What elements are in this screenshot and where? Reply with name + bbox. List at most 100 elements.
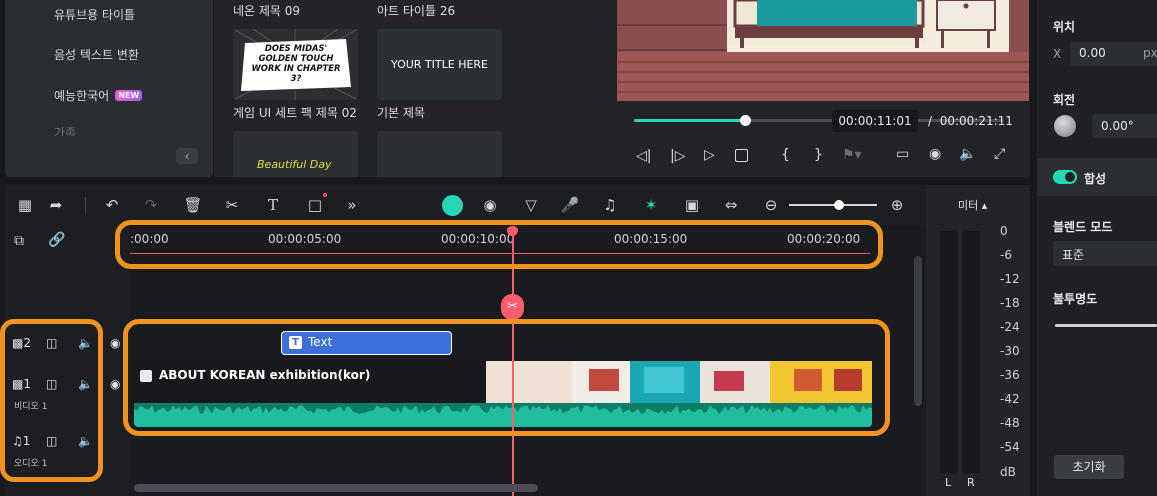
audio-mute-icon[interactable]: 🔈 [78,377,93,391]
current-timecode[interactable]: 00:00:11:01 [832,110,918,132]
zoom-in-icon[interactable]: ⊕ [885,185,909,225]
template-preview-text: Beautiful Day [257,158,332,171]
template-thumbnail-game[interactable]: Beautiful Day [233,131,358,177]
text-clip[interactable]: T Text [281,331,452,355]
text-tool-icon[interactable]: T [261,185,285,225]
horizontal-scrollbar[interactable] [134,484,538,492]
zoom-slider[interactable] [789,204,877,206]
ai-assistant-icon[interactable] [442,195,463,216]
audio-mute-icon[interactable]: 🔈 [78,336,93,350]
speed-icon[interactable]: ◉ [478,185,502,225]
blend-mode-select[interactable]: 표준 [1053,241,1157,266]
stop-icon[interactable] [735,149,748,162]
category-item[interactable]: 유튜브용 타이틀 [54,6,135,23]
rotation-label: 회전 [1053,93,1076,107]
meter-scale: -6 [1000,248,1012,262]
prev-frame-icon[interactable]: ◁| [636,148,651,164]
audio-waveform[interactable] [134,403,872,427]
play-icon[interactable]: ▷ [704,147,715,163]
ruler-tick: 00:00:15:00 [614,232,688,246]
video-clip[interactable]: ABOUT KOREAN exhibition(kor) [134,361,872,403]
rotation-dial[interactable] [1054,115,1076,137]
lock-icon[interactable]: ◫ [46,336,57,350]
mark-in-icon[interactable]: { [781,147,790,163]
meter-scale: -48 [1000,416,1020,430]
music-icon[interactable]: ♫ [598,185,622,225]
category-item[interactable]: 음성 텍스트 변환 [54,46,139,63]
meter-right-channel [962,231,980,473]
rotation-input[interactable]: 0.00° [1092,114,1157,138]
preview-canvas[interactable] [617,0,1029,101]
template-preview-text: DOES MIDAS' GOLDEN TOUCH WORK IN CHAPTER… [251,43,341,83]
redo-icon[interactable]: ↷ [139,185,163,225]
undo-icon[interactable]: ↶ [100,185,124,225]
fit-icon[interactable]: ⇔ [719,185,743,225]
snapshot-icon[interactable]: ◉ [929,146,941,162]
position-label: 위치 [1053,20,1076,34]
lock-icon[interactable]: ◫ [46,377,57,391]
category-item[interactable]: 가족 [54,124,76,136]
ruler-tick: 00:00:20:00 [787,232,861,246]
zoom-slider-handle[interactable] [834,200,844,210]
template-thumbnail-neon[interactable]: DOES MIDAS' GOLDEN TOUCH WORK IN CHAPTER… [233,29,358,100]
video-track-name: 비디오 1 [14,402,48,412]
meter-left-label: L [945,476,952,489]
audio-track-icon: ♫1 [12,434,31,448]
opacity-label: 불투명도 [1053,292,1098,306]
ruler-tick: 00:00:05:00 [268,232,342,246]
title-track-icon: ▩2 [12,336,31,350]
marker-dropdown-icon[interactable]: ⚑▾ [842,147,862,163]
lock-icon[interactable]: ◫ [46,434,57,448]
video-clip-icon [140,370,152,382]
eye-icon[interactable]: ◉ [110,377,120,391]
position-x-input[interactable]: 0.00 px [1070,42,1157,66]
layout-icon[interactable]: ▦ [13,185,37,225]
auto-reframe-icon[interactable]: ▣ [680,185,704,225]
link-icon[interactable]: 🔗 [48,232,65,248]
mark-out-icon[interactable]: } [814,147,823,163]
add-track-icon[interactable]: ⧉ [14,233,24,249]
volume-icon[interactable]: 🔈 [959,146,976,162]
opacity-slider[interactable] [1055,324,1157,327]
blend-mode-label: 블렌드 모드 [1053,220,1113,234]
x-axis-label: X [1053,47,1062,61]
vertical-scrollbar[interactable] [914,256,922,406]
split-scissors-icon[interactable]: ✂ [501,294,524,320]
ruler-tick: :00:00 [130,232,169,246]
eye-icon[interactable]: ◉ [110,336,120,350]
reset-button[interactable]: 초기화 [1054,455,1124,479]
microphone-icon[interactable]: 🎤 [558,185,582,225]
cut-icon[interactable]: ✂ [220,185,244,225]
snap-icon[interactable]: ✶ [639,185,663,225]
meter-left-channel [940,231,958,473]
playback-progress [634,119,745,122]
shield-icon[interactable]: ▽ [519,185,543,225]
composite-label: 합성 [1084,172,1107,186]
template-thumbnail-art[interactable]: YOUR TITLE HERE [377,29,502,100]
zoom-out-icon[interactable]: ⊖ [759,185,783,225]
meter-scale: -18 [1000,296,1020,310]
template-title: 네온 제목 09 [233,4,301,18]
scrubber-handle[interactable] [740,115,751,126]
more-tools-icon[interactable]: » [340,185,364,225]
meter-right-label: R [967,476,975,489]
video-track-icon: ▩1 [12,377,31,391]
composite-toggle[interactable] [1053,170,1077,184]
category-label: 예능한국어 [54,89,110,103]
select-tool-icon[interactable]: ➦ [44,185,68,225]
play-reverse-icon[interactable]: |▷ [670,148,685,164]
collapse-panel-button[interactable]: ‹ [176,148,198,164]
meter-scale: -30 [1000,344,1020,358]
crop-icon[interactable]: □ [303,185,327,225]
delete-icon[interactable]: 🗑 [181,185,205,225]
template-thumbnail-basic[interactable] [377,131,502,177]
template-title: 아트 타이틀 26 [377,4,456,18]
template-title: 게임 UI 세트 팩 제목 02 [233,106,357,120]
display-icon[interactable]: ▭ [896,146,909,162]
meter-scale: -36 [1000,368,1020,382]
fullscreen-icon[interactable]: ⤢ [994,146,1005,162]
audio-mute-icon[interactable]: 🔈 [78,434,93,448]
template-title: 기본 제목 [377,106,425,120]
meter-title[interactable]: 미터 ▴ [958,197,987,213]
category-item[interactable]: 예능한국어 NEW [54,87,143,104]
